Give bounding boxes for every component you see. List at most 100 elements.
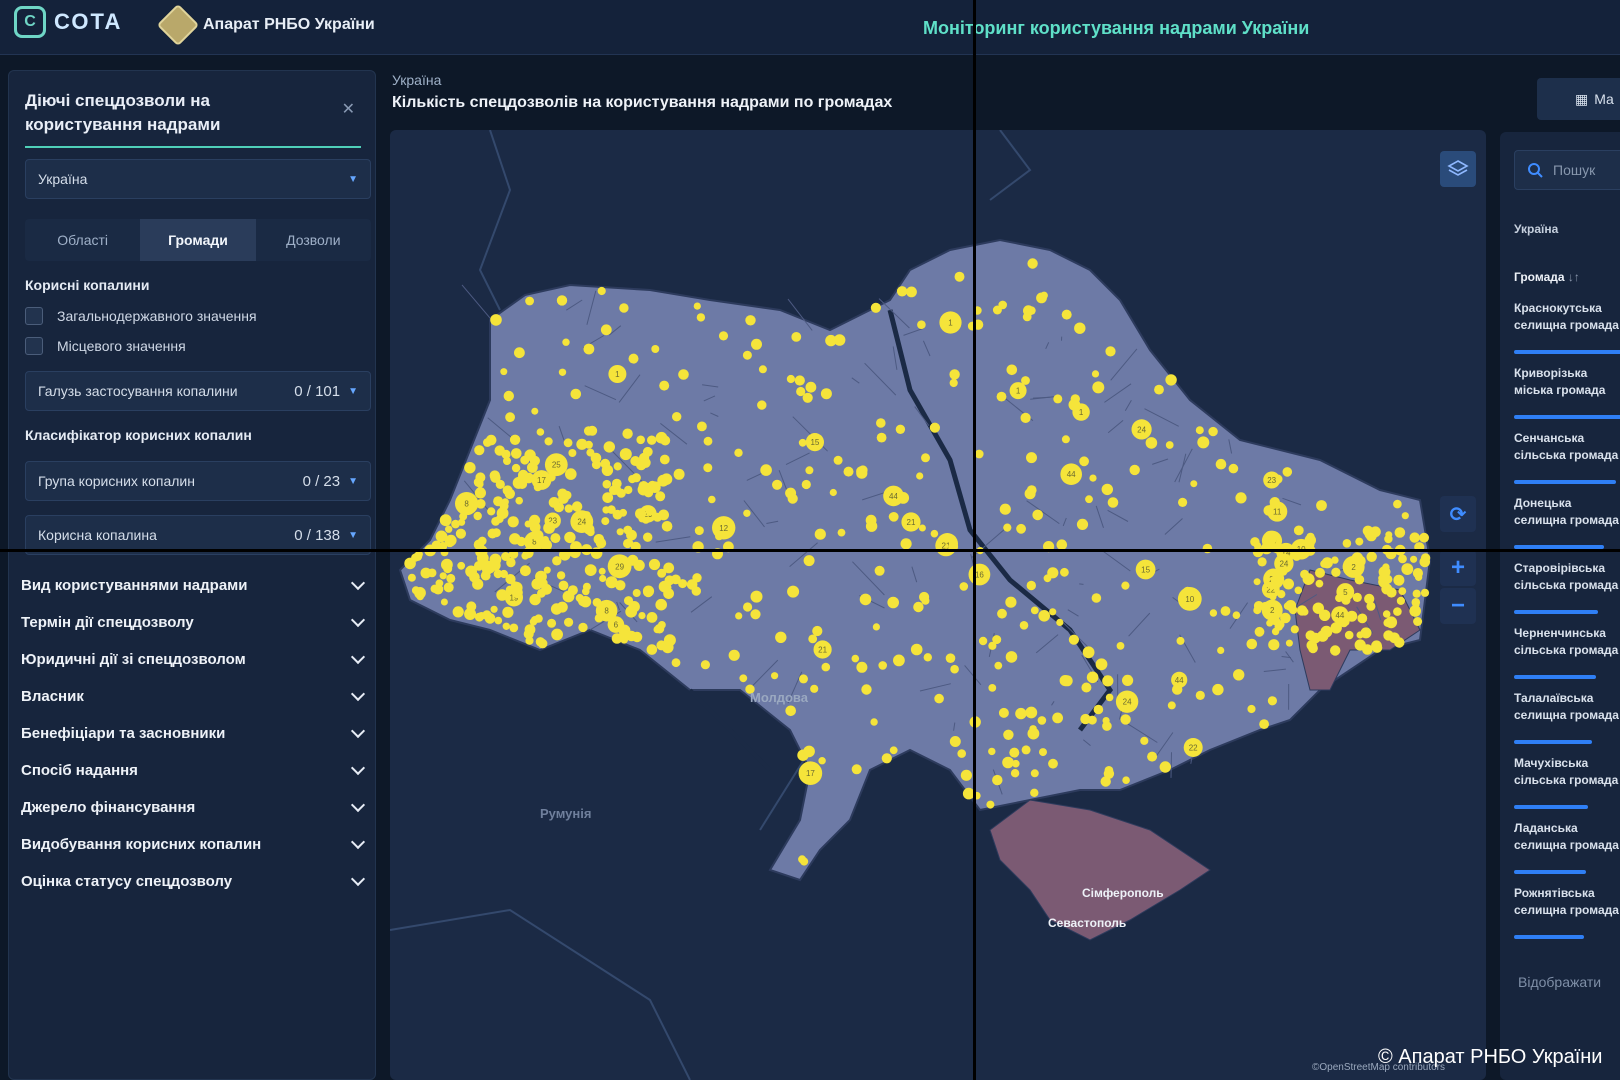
permit-point[interactable] xyxy=(728,649,740,661)
permit-point[interactable] xyxy=(445,534,457,546)
permit-point[interactable] xyxy=(949,369,960,380)
permit-point[interactable] xyxy=(1076,518,1089,530)
permit-point[interactable] xyxy=(536,428,545,436)
permit-point[interactable] xyxy=(1154,384,1164,395)
tab-oblasti[interactable]: Області xyxy=(25,219,140,261)
permit-point[interactable] xyxy=(1068,634,1079,645)
permit-point[interactable] xyxy=(443,582,454,593)
permit-point[interactable] xyxy=(564,617,574,627)
permit-point[interactable] xyxy=(570,388,582,400)
permit-point[interactable] xyxy=(1091,370,1100,378)
permit-point[interactable] xyxy=(1140,736,1149,745)
permit-point[interactable] xyxy=(843,466,854,477)
permit-point[interactable] xyxy=(515,496,523,505)
permit-point[interactable] xyxy=(493,569,503,579)
permit-point[interactable] xyxy=(1036,292,1047,304)
permit-point[interactable] xyxy=(1352,592,1362,602)
accordion-owner[interactable]: Власник xyxy=(21,678,371,715)
permit-point[interactable] xyxy=(468,500,479,511)
permit-point[interactable] xyxy=(648,558,661,571)
permit-point[interactable] xyxy=(1048,758,1058,769)
permit-point[interactable] xyxy=(639,452,650,463)
permit-point[interactable] xyxy=(472,578,484,590)
permit-point[interactable] xyxy=(856,661,868,673)
permit-point[interactable] xyxy=(653,625,661,634)
permit-point[interactable] xyxy=(552,556,562,566)
permit-point[interactable] xyxy=(1053,394,1063,404)
permit-point[interactable] xyxy=(757,400,767,410)
list-item[interactable]: Черненчинська сільська громада xyxy=(1514,625,1620,690)
permit-point[interactable] xyxy=(861,684,872,695)
permit-point[interactable] xyxy=(1253,578,1261,586)
permit-point[interactable] xyxy=(1346,610,1358,622)
permit-point[interactable] xyxy=(1290,625,1299,634)
permit-point[interactable] xyxy=(703,463,713,473)
permit-point[interactable] xyxy=(791,332,802,342)
permit-point[interactable] xyxy=(876,432,887,443)
accordion-term[interactable]: Термін дії спецдозволу xyxy=(21,604,371,641)
accordion-beneficiaries[interactable]: Бенефіціари та засновники xyxy=(21,715,371,752)
permit-point[interactable] xyxy=(523,472,535,484)
permit-point[interactable] xyxy=(562,590,575,603)
permit-point[interactable] xyxy=(856,467,868,479)
search-input[interactable]: Пошук xyxy=(1514,150,1620,190)
permit-point[interactable] xyxy=(584,564,597,576)
permit-point[interactable] xyxy=(697,421,707,432)
permit-point[interactable] xyxy=(785,705,796,717)
permit-point[interactable] xyxy=(529,593,541,606)
permit-point[interactable] xyxy=(655,598,667,611)
permit-point[interactable] xyxy=(1037,716,1047,725)
permit-point[interactable] xyxy=(638,515,646,523)
permit-point[interactable] xyxy=(1383,630,1394,641)
permit-point[interactable] xyxy=(1253,601,1264,611)
permit-point[interactable] xyxy=(1003,729,1014,740)
permit-point[interactable] xyxy=(889,746,898,755)
permit-point[interactable] xyxy=(1121,581,1130,590)
permit-point[interactable] xyxy=(805,381,817,393)
permit-point[interactable] xyxy=(659,380,670,391)
permit-point[interactable] xyxy=(708,495,716,504)
permit-point[interactable] xyxy=(1344,630,1354,640)
permit-point[interactable] xyxy=(565,468,577,480)
permit-point[interactable] xyxy=(446,573,456,583)
permit-point[interactable] xyxy=(1195,426,1204,435)
permit-point[interactable] xyxy=(638,612,646,620)
permit-point[interactable] xyxy=(1091,593,1102,603)
permit-point[interactable] xyxy=(457,561,466,570)
permit-point[interactable] xyxy=(802,392,813,403)
permit-point[interactable] xyxy=(1085,495,1093,504)
permit-point[interactable] xyxy=(1410,555,1418,563)
permit-point[interactable] xyxy=(622,428,633,439)
permit-point[interactable] xyxy=(998,707,1009,718)
permit-point[interactable] xyxy=(556,601,568,613)
permit-point[interactable] xyxy=(673,468,685,480)
permit-point[interactable] xyxy=(1285,639,1293,647)
permit-point[interactable] xyxy=(568,449,577,457)
permit-point[interactable] xyxy=(718,331,729,341)
permit-point[interactable] xyxy=(1385,531,1393,539)
permit-point[interactable] xyxy=(934,693,944,704)
permit-point[interactable] xyxy=(1215,458,1227,470)
map-view-button[interactable]: ▦ Ма xyxy=(1537,78,1620,120)
permit-point[interactable] xyxy=(491,517,500,526)
permit-point[interactable] xyxy=(1247,704,1256,714)
permit-point[interactable] xyxy=(1419,532,1429,543)
permit-point[interactable] xyxy=(502,606,514,618)
permit-point[interactable] xyxy=(1321,557,1333,569)
permit-point[interactable] xyxy=(1393,574,1405,586)
permit-point[interactable] xyxy=(605,576,618,589)
permit-point[interactable] xyxy=(1104,766,1114,775)
permit-point[interactable] xyxy=(1105,693,1114,702)
permit-point[interactable] xyxy=(1043,574,1052,583)
permit-point[interactable] xyxy=(954,271,965,282)
permit-point[interactable] xyxy=(996,391,1007,402)
permit-point[interactable] xyxy=(503,390,514,402)
permit-point[interactable] xyxy=(1102,675,1114,687)
permit-point[interactable] xyxy=(445,525,453,533)
permit-point[interactable] xyxy=(1233,669,1245,681)
permit-point[interactable] xyxy=(794,375,805,386)
permit-point[interactable] xyxy=(988,684,997,692)
permit-point[interactable] xyxy=(1005,596,1017,608)
permit-point[interactable] xyxy=(612,556,620,564)
permit-point[interactable] xyxy=(582,587,590,596)
